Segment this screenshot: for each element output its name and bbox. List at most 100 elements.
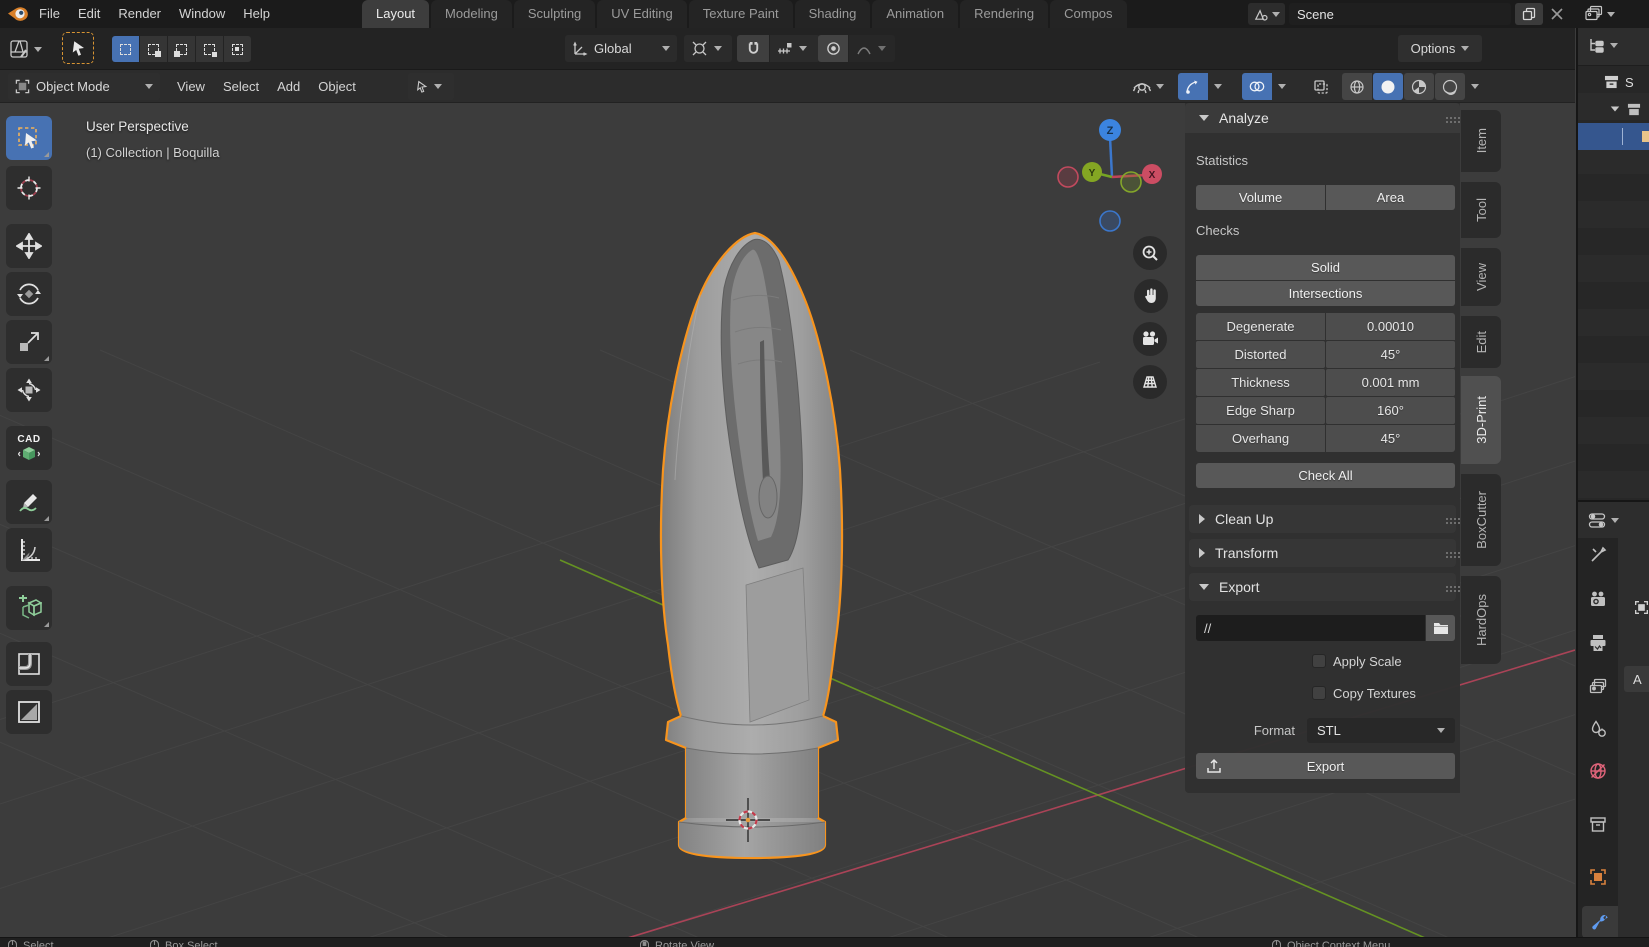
- toggle-ortho-button[interactable]: [1133, 365, 1167, 399]
- blender-logo-icon[interactable]: [7, 4, 28, 24]
- distorted-value-field[interactable]: 45°: [1326, 341, 1455, 368]
- gizmo-neg-y[interactable]: [1121, 172, 1141, 192]
- check-degenerate-button[interactable]: Degenerate: [1196, 313, 1325, 340]
- viewport-menu-object[interactable]: Object: [309, 73, 365, 100]
- mode-dropdown[interactable]: Object Mode: [8, 73, 160, 100]
- unlink-scene-button[interactable]: [1547, 8, 1567, 20]
- tool-boxcutter[interactable]: [6, 690, 52, 734]
- tool-cursor[interactable]: [6, 166, 52, 210]
- camera-view-button[interactable]: [1133, 322, 1167, 356]
- menu-file[interactable]: File: [30, 0, 69, 28]
- panel-grip-handle[interactable]: [1446, 552, 1448, 554]
- sidebar-tab-edit[interactable]: Edit: [1461, 316, 1501, 368]
- show-overlays-toggle[interactable]: [1242, 73, 1272, 100]
- workspace-tab-shading[interactable]: Shading: [795, 0, 871, 28]
- shading-solid-button[interactable]: [1373, 73, 1403, 100]
- panel-grip-handle[interactable]: [1446, 586, 1448, 588]
- xray-toggle[interactable]: [1306, 73, 1336, 100]
- options-dropdown[interactable]: Options: [1398, 35, 1482, 62]
- tool-dropdown[interactable]: [408, 73, 454, 100]
- outliner-display-mode-dropdown[interactable]: [1588, 37, 1618, 54]
- tab-object-properties[interactable]: [1589, 868, 1607, 886]
- panel-grip-handle[interactable]: [1446, 518, 1448, 520]
- scene-selector-button[interactable]: [1248, 3, 1285, 25]
- viewport-menu-select[interactable]: Select: [214, 73, 268, 100]
- tool-measure[interactable]: [6, 528, 52, 572]
- sidebar-tab-view[interactable]: View: [1461, 248, 1501, 306]
- show-gizmo-toggle[interactable]: [1178, 73, 1208, 100]
- degenerate-value-field[interactable]: 0.00010: [1326, 313, 1455, 340]
- snap-with-dropdown[interactable]: [770, 35, 820, 62]
- workspace-tab-rendering[interactable]: Rendering: [960, 0, 1048, 28]
- tool-select-box[interactable]: [6, 116, 52, 160]
- outliner-row-boquilla-selected[interactable]: [1578, 123, 1649, 150]
- workspace-tab-sculpting[interactable]: Sculpting: [514, 0, 595, 28]
- proportional-falloff-dropdown[interactable]: [849, 35, 895, 62]
- tool-move[interactable]: [6, 224, 52, 268]
- tab-scene-properties[interactable]: [1589, 720, 1607, 738]
- export-panel-header[interactable]: Export: [1189, 573, 1456, 601]
- outliner-row-collection[interactable]: [1578, 96, 1649, 122]
- panel-grip-handle[interactable]: [1446, 117, 1448, 119]
- tool-scale[interactable]: [6, 320, 52, 364]
- select-mode-subtract-button[interactable]: [168, 36, 195, 62]
- tool-annotate[interactable]: [6, 480, 52, 524]
- pan-hand-button[interactable]: [1134, 279, 1168, 313]
- active-tool-indicator[interactable]: [62, 32, 94, 64]
- workspace-tab-layout[interactable]: Layout: [362, 0, 429, 28]
- zoom-button[interactable]: [1133, 236, 1167, 270]
- shading-material-button[interactable]: [1404, 73, 1434, 100]
- cleanup-panel-header[interactable]: Clean Up: [1189, 505, 1456, 533]
- object-visibility-dropdown[interactable]: [1128, 73, 1168, 100]
- overhang-value-field[interactable]: 45°: [1326, 425, 1455, 452]
- properties-editor-type-selector[interactable]: [1588, 512, 1619, 529]
- sidebar-tab-3d-print[interactable]: 3D-Print: [1461, 376, 1501, 464]
- select-mode-extend-button[interactable]: [140, 36, 167, 62]
- export-path-input[interactable]: //: [1196, 615, 1425, 641]
- check-overhang-button[interactable]: Overhang: [1196, 425, 1325, 452]
- sidebar-tab-hardops[interactable]: HardOps: [1461, 576, 1501, 664]
- copy-textures-checkbox[interactable]: [1312, 686, 1326, 700]
- tab-tool-properties[interactable]: [1589, 546, 1607, 564]
- check-thickness-button[interactable]: Thickness: [1196, 369, 1325, 396]
- tab-render-properties[interactable]: [1589, 590, 1607, 608]
- edge-sharp-value-field[interactable]: 160°: [1326, 397, 1455, 424]
- menu-help[interactable]: Help: [234, 0, 279, 28]
- transform-orientation-dropdown[interactable]: Global: [565, 35, 677, 62]
- gizmo-dropdown[interactable]: [1209, 73, 1227, 100]
- volume-button[interactable]: Volume: [1196, 185, 1325, 210]
- sidebar-tab-boxcutter[interactable]: BoxCutter: [1461, 474, 1501, 566]
- format-dropdown[interactable]: STL: [1307, 718, 1455, 743]
- add-modifier-button[interactable]: A: [1624, 666, 1649, 692]
- check-distorted-button[interactable]: Distorted: [1196, 341, 1325, 368]
- thickness-value-field[interactable]: 0.001 mm: [1326, 369, 1455, 396]
- tab-view-layer-properties[interactable]: [1589, 678, 1607, 696]
- tab-collection-properties[interactable]: [1589, 816, 1607, 833]
- sidebar-tab-item[interactable]: Item: [1461, 110, 1501, 172]
- export-path-browse-button[interactable]: [1426, 615, 1455, 641]
- snap-toggle-button[interactable]: [737, 35, 769, 62]
- outliner-row-scene-collection[interactable]: S: [1578, 69, 1649, 95]
- new-scene-button[interactable]: [1515, 3, 1543, 25]
- shading-rendered-button[interactable]: [1435, 73, 1465, 100]
- scene-name-field[interactable]: Scene: [1289, 3, 1511, 25]
- workspace-tab-uv-editing[interactable]: UV Editing: [597, 0, 686, 28]
- apply-scale-checkbox[interactable]: [1312, 654, 1326, 668]
- tool-fillet[interactable]: [6, 642, 52, 686]
- tab-modifier-properties-active[interactable]: [1582, 906, 1618, 938]
- workspace-tab-compositing[interactable]: Compos: [1050, 0, 1126, 28]
- tool-transform[interactable]: [6, 368, 52, 412]
- workspace-tab-animation[interactable]: Animation: [872, 0, 958, 28]
- check-solid-button[interactable]: Solid: [1196, 255, 1455, 280]
- shading-dropdown[interactable]: [1466, 73, 1484, 100]
- menu-render[interactable]: Render: [109, 0, 170, 28]
- tool-cad-sketcher[interactable]: CAD: [6, 426, 52, 470]
- overlays-dropdown[interactable]: [1273, 73, 1291, 100]
- export-button[interactable]: Export: [1196, 753, 1455, 779]
- menu-window[interactable]: Window: [170, 0, 234, 28]
- select-mode-new-button[interactable]: [112, 36, 139, 62]
- sidebar-tab-tool[interactable]: Tool: [1461, 182, 1501, 238]
- tool-rotate[interactable]: [6, 272, 52, 316]
- tab-output-properties[interactable]: [1589, 634, 1607, 652]
- check-all-button[interactable]: Check All: [1196, 463, 1455, 488]
